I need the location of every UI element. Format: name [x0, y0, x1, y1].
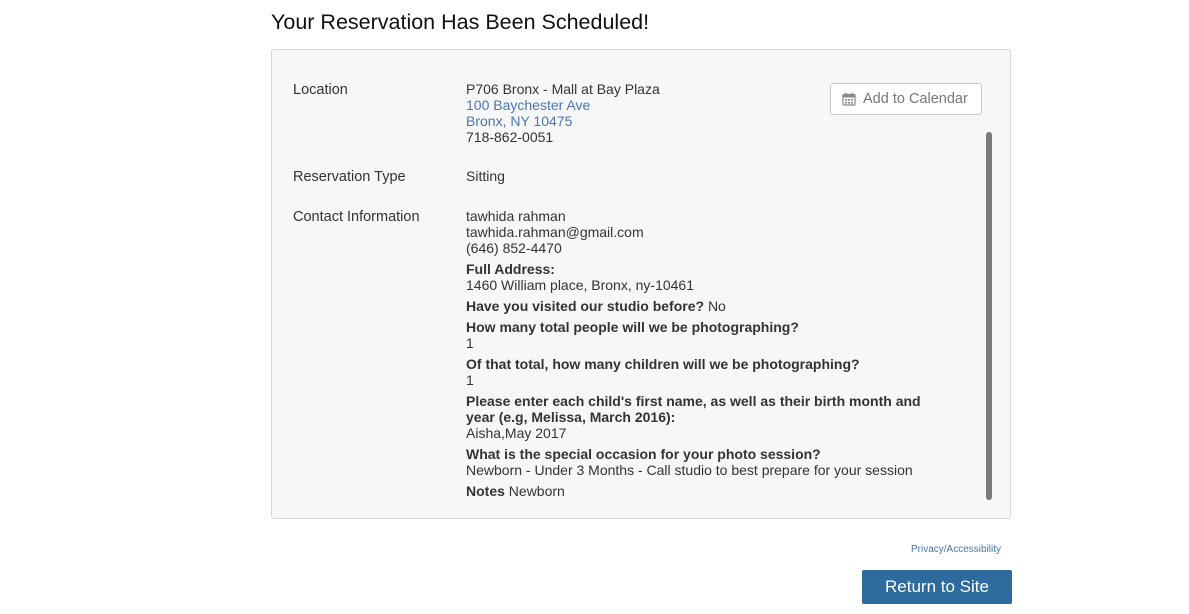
- page-title: Your Reservation Has Been Scheduled!: [271, 10, 650, 34]
- visited-question: Have you visited our studio before?: [466, 298, 705, 314]
- location-value: P706 Bronx - Mall at Bay Plaza 100 Baych…: [466, 81, 946, 145]
- visited-block: Have you visited our studio before? No: [466, 298, 946, 314]
- location-label: Location: [293, 82, 348, 98]
- return-to-site-button[interactable]: Return to Site: [862, 570, 1012, 604]
- reservation-type-value: Sitting: [466, 168, 505, 184]
- occasion-question: What is the special occasion for your ph…: [466, 446, 821, 462]
- privacy-accessibility-link[interactable]: Privacy/Accessibility: [911, 544, 1001, 555]
- child-names-answer: Aisha,May 2017: [466, 425, 567, 441]
- children-count-question: Of that total, how many children will we…: [466, 356, 860, 372]
- people-count-answer: 1: [466, 335, 474, 351]
- occasion-answer: Newborn - Under 3 Months - Call studio t…: [466, 462, 913, 478]
- contact-phone: (646) 852-4470: [466, 240, 562, 256]
- scrollbar[interactable]: [986, 132, 992, 500]
- child-names-question: Please enter each child's first name, as…: [466, 393, 921, 425]
- contact-info-value: tawhida rahman tawhida.rahman@gmail.com …: [466, 208, 946, 499]
- location-street-link[interactable]: 100 Baychester Ave: [466, 97, 946, 113]
- contact-info-label: Contact Information: [293, 209, 420, 225]
- page: Your Reservation Has Been Scheduled! Add…: [0, 0, 1189, 614]
- reservation-type-label: Reservation Type: [293, 169, 406, 185]
- occasion-block: What is the special occasion for your ph…: [466, 446, 946, 478]
- children-count-answer: 1: [466, 372, 474, 388]
- contact-name: tawhida rahman: [466, 208, 566, 224]
- people-count-block: How many total people will we be photogr…: [466, 319, 946, 351]
- full-address-block: Full Address: 1460 William place, Bronx,…: [466, 261, 946, 293]
- notes-label: Notes: [466, 483, 505, 499]
- reservation-details-panel: Add to Calendar Location P706 Bronx - Ma…: [271, 49, 1011, 519]
- contact-email: tawhida.rahman@gmail.com: [466, 224, 644, 240]
- children-count-block: Of that total, how many children will we…: [466, 356, 946, 388]
- location-phone: 718-862-0051: [466, 129, 554, 145]
- location-city-link[interactable]: Bronx, NY 10475: [466, 113, 946, 129]
- full-address-value: 1460 William place, Bronx, ny-10461: [466, 277, 695, 293]
- location-name: P706 Bronx - Mall at Bay Plaza: [466, 81, 660, 97]
- full-address-label: Full Address:: [466, 261, 555, 277]
- child-names-block: Please enter each child's first name, as…: [466, 393, 946, 441]
- notes-block: Notes Newborn: [466, 483, 946, 499]
- notes-value: Newborn: [508, 483, 565, 499]
- visited-answer: No: [707, 298, 726, 314]
- people-count-question: How many total people will we be photogr…: [466, 319, 799, 335]
